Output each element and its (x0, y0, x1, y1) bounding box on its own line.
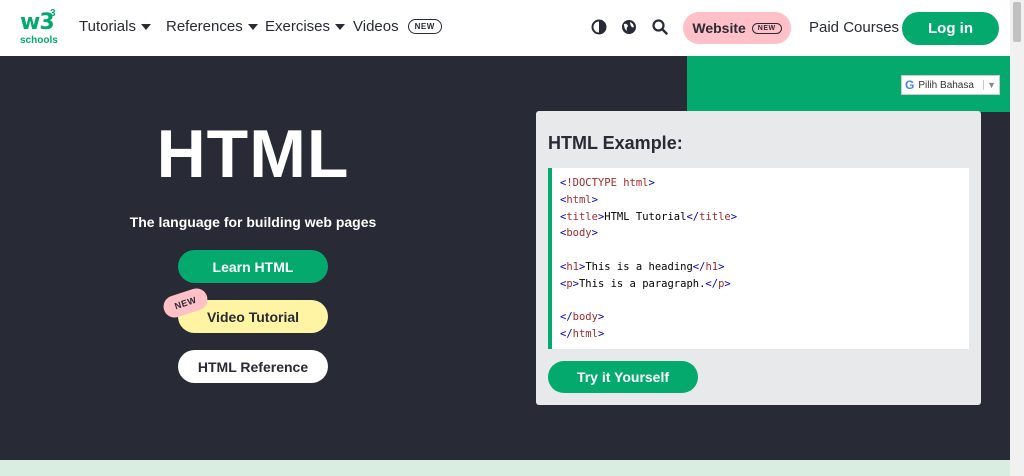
html-reference-button[interactable]: HTML Reference (178, 350, 328, 383)
paid-courses-link[interactable]: Paid Courses (809, 19, 899, 36)
code-line: <h1>This is a heading</h1> (560, 260, 725, 273)
nav-references-label: References (166, 18, 243, 35)
new-badge: NEW (407, 19, 442, 34)
chevron-down-icon: ▼ (983, 80, 999, 90)
code-line: <body> (560, 227, 598, 240)
code-line: <title>HTML Tutorial</title> (560, 210, 738, 223)
logo-w3: w3 (20, 10, 55, 35)
website-label: Website (692, 20, 746, 36)
learn-html-button[interactable]: Learn HTML (178, 250, 328, 283)
language-select-label: Pilih Bahasa (918, 79, 974, 91)
nav-videos[interactable]: Videos NEW (353, 18, 442, 35)
google-icon: G (905, 78, 915, 92)
code-line: <!DOCTYPE html> (560, 177, 655, 189)
nav-references[interactable]: References (166, 18, 258, 35)
new-badge: NEW (751, 22, 782, 34)
try-it-yourself-button[interactable]: Try it Yourself (548, 361, 698, 393)
next-section-strip (0, 460, 1010, 476)
page-scrollbar[interactable] (1010, 0, 1024, 476)
html-example-card: HTML Example: <!DOCTYPE html> <html> <titl… (536, 111, 981, 405)
nav-tutorials[interactable]: Tutorials (79, 18, 151, 35)
nav-exercises-label: Exercises (265, 18, 331, 35)
search-icon[interactable] (652, 19, 668, 35)
caret-down-icon (140, 24, 151, 30)
top-navbar: w3 3 schools Tutorials References Exerci… (0, 0, 1010, 56)
nav-exercises[interactable]: Exercises (265, 18, 346, 35)
nav-videos-label: Videos (353, 18, 399, 35)
example-title: HTML Example: (548, 133, 683, 153)
logo-schools: schools (20, 35, 58, 46)
caret-down-icon (247, 24, 258, 30)
code-line: <p>This is a paragraph.</p> (560, 277, 731, 290)
code-line: <html> (560, 193, 598, 206)
page-title: HTML (156, 116, 350, 192)
logo-superscript: 3 (50, 8, 56, 19)
contrast-icon[interactable] (591, 19, 607, 35)
code-line: </body> (560, 311, 605, 324)
login-button[interactable]: Log in (902, 12, 999, 45)
globe-icon[interactable] (621, 19, 637, 35)
page-subtitle: The language for building web pages (129, 214, 377, 230)
language-select[interactable]: G Pilih Bahasa ▼ (901, 75, 1000, 95)
scrollbar-thumb[interactable] (1013, 2, 1021, 42)
code-block: <!DOCTYPE html> <html> <title>HTML Tutoria… (548, 168, 969, 349)
website-button[interactable]: Website NEW (683, 12, 791, 44)
caret-down-icon (335, 24, 346, 30)
w3schools-logo[interactable]: w3 3 schools (20, 8, 60, 48)
nav-tutorials-label: Tutorials (79, 18, 136, 35)
code-line: </html> (560, 328, 605, 341)
